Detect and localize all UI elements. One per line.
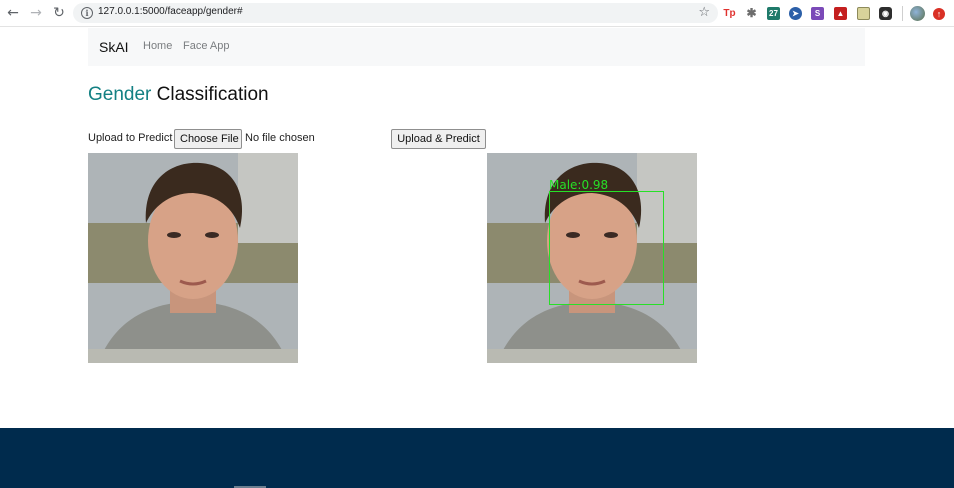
gender-prediction-label: Male:0.98 [549, 178, 609, 192]
upload-label: Upload to Predict [88, 132, 173, 144]
prediction-image: Male:0.98 [487, 153, 697, 363]
nav-link-face-app[interactable]: Face App [183, 40, 229, 52]
calendar-extension-icon[interactable]: 27 [767, 7, 780, 20]
file-status-text: No file chosen [245, 132, 315, 144]
face-bounding-box [549, 191, 664, 305]
address-bar[interactable]: i 127.0.0.1:5000/faceapp/gender# ☆ [73, 3, 718, 23]
face-photo-input [88, 153, 298, 363]
forward-arrow-icon[interactable]: → [28, 5, 44, 21]
url-text[interactable]: 127.0.0.1:5000/faceapp/gender# [98, 6, 243, 17]
compass-extension-icon[interactable]: ➤ [789, 7, 802, 20]
brand-logo[interactable]: SkAI [99, 39, 129, 55]
browser-toolbar: ← → ↻ i 127.0.0.1:5000/faceapp/gender# ☆… [0, 0, 954, 27]
tp-extension-icon[interactable]: Tp [723, 7, 736, 20]
back-arrow-icon[interactable]: ← [5, 5, 21, 21]
uploaded-image [88, 153, 298, 363]
site-navbar: SkAI Home Face App [88, 28, 865, 66]
reload-icon[interactable]: ↻ [51, 5, 67, 21]
bookmark-star-icon[interactable]: ☆ [698, 5, 710, 21]
notes-extension-icon[interactable] [857, 7, 870, 20]
pdf-extension-icon[interactable]: ▲ [834, 7, 847, 20]
s-extension-icon[interactable]: S [811, 7, 824, 20]
upload-predict-button[interactable]: Upload & Predict [391, 129, 486, 149]
page-title-accent: Gender [88, 84, 152, 105]
page-title-rest: Classification [151, 84, 269, 105]
puzzle-extension-icon[interactable]: ✱ [745, 7, 758, 20]
nav-link-home[interactable]: Home [143, 40, 172, 52]
page-footer [0, 428, 954, 488]
profile-avatar[interactable] [910, 6, 925, 21]
choose-file-button[interactable]: Choose File [174, 129, 242, 149]
page-title: Gender Classification [88, 84, 269, 106]
site-info-icon[interactable]: i [81, 7, 93, 19]
camera-extension-icon[interactable]: ◉ [879, 7, 892, 20]
toolbar-divider [902, 6, 903, 21]
update-icon[interactable]: ↑ [933, 8, 945, 20]
